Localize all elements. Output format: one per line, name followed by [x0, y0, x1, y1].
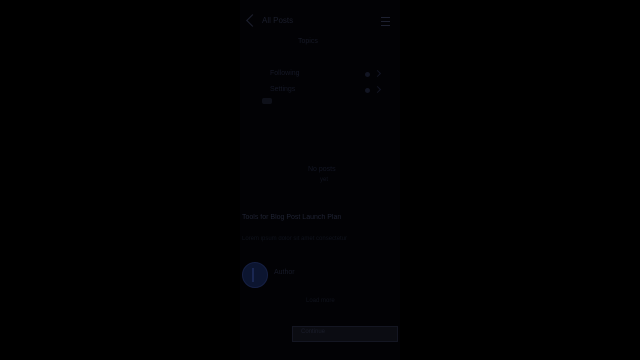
status-dot-icon [365, 72, 370, 77]
back-arrow-icon[interactable] [246, 14, 259, 27]
list-item-settings[interactable]: Settings [240, 84, 400, 98]
empty-state-message: No posts [308, 166, 336, 173]
author-name: Author [274, 269, 295, 276]
author-profile[interactable]: Author [242, 262, 398, 290]
topbar-title: All Posts [262, 16, 294, 25]
article-subtitle: Lorem ipsum dolor sit amet consectetur [242, 236, 348, 242]
chevron-right-icon [373, 85, 382, 94]
top-bar: All Posts [240, 12, 400, 30]
bottom-action-button[interactable]: Continue [292, 326, 398, 342]
list-item-following[interactable]: Following [240, 68, 400, 82]
app-screen: All Posts Topics Following Settings No p… [240, 0, 400, 360]
section-caption: Topics [298, 38, 318, 45]
chevron-right-icon [373, 69, 382, 78]
article-title[interactable]: Tools for Blog Post Launch Plan [242, 214, 398, 221]
bottom-action-label: Continue [301, 329, 326, 335]
avatar[interactable] [242, 262, 268, 288]
status-dot-icon [365, 88, 370, 93]
empty-state-subtext: yet [320, 177, 329, 183]
tag-badge [262, 98, 272, 104]
list-item-label: Following [270, 70, 300, 77]
list-item-label: Settings [270, 86, 296, 93]
menu-icon[interactable] [381, 17, 390, 26]
load-more-link[interactable]: Load more [306, 298, 335, 304]
